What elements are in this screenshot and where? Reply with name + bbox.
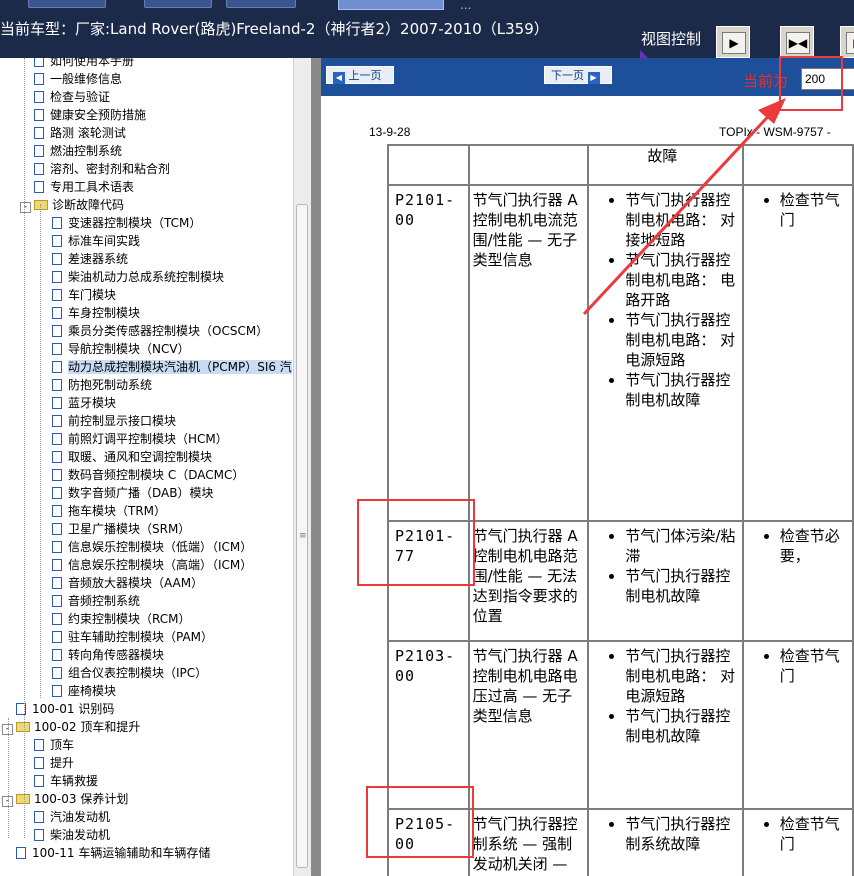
annotation-arrow <box>582 98 786 316</box>
annotation-arrow-head <box>758 98 786 124</box>
annotation-arrow-line <box>582 106 778 316</box>
